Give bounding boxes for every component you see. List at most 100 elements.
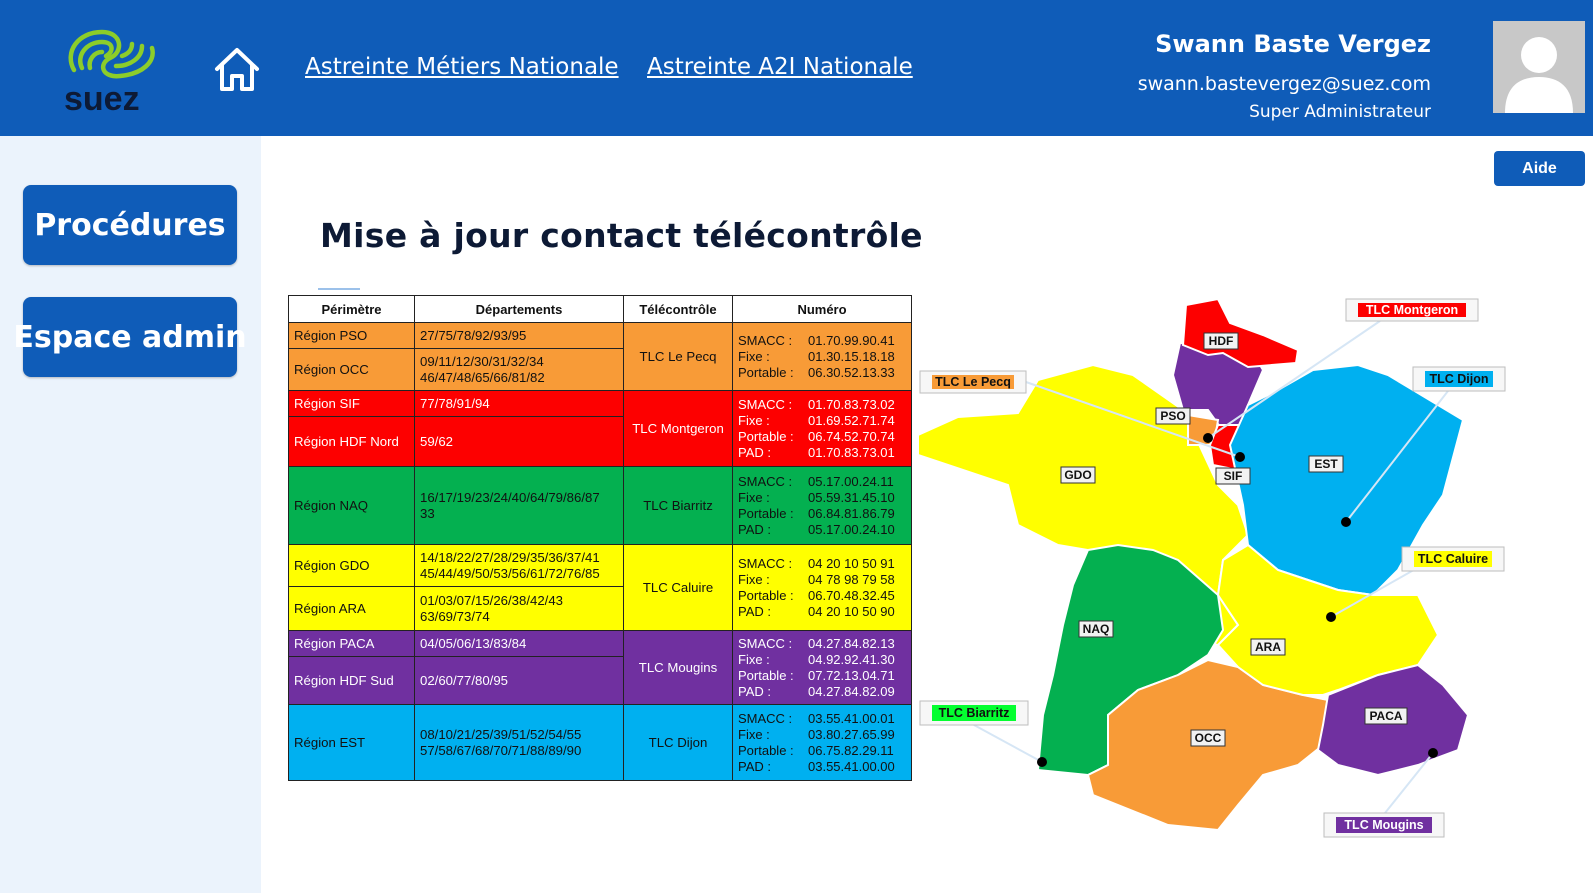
number-row: PAD : 01.70.83.73.01 [738,445,906,461]
number-row: SMACC : 01.70.99.90.41 [738,333,906,349]
map-region-label: EST [1314,457,1338,471]
number-value[interactable]: 06.75.82.29.11 [808,743,906,759]
number-row: PAD : 04.27.84.82.09 [738,684,906,700]
header-departements: Départements [414,295,624,323]
number-value[interactable]: 06.70.48.32.45 [808,588,906,604]
departements-line: 04/05/06/13/83/84 [420,635,527,651]
table-row: Région EST 08/10/21/25/39/51/52/54/55 57/5… [288,704,912,781]
map-region-label: PSO [1160,409,1185,423]
nav-link-astreinte-metiers[interactable]: Astreinte Métiers Nationale [305,54,619,80]
number-row: Fixe : 04.92.92.41.30 [738,652,906,668]
cell-telecontrole: TLC Mougins [623,630,733,705]
number-value[interactable]: 04.27.84.82.13 [808,636,906,652]
number-row: Portable : 06.84.81.86.79 [738,506,906,522]
cell-telecontrole: TLC Biarritz [623,466,733,545]
departements-line: 09/11/12/30/31/32/34 [420,353,544,369]
number-label: PAD : [738,521,771,537]
map-region-label: HDF [1209,334,1234,348]
top-header: suez Astreinte Métiers Nationale Astrein… [0,0,1593,136]
espace-admin-button[interactable]: Espace admin [13,297,247,377]
number-value[interactable]: 06.84.81.86.79 [808,506,906,522]
number-value[interactable]: 04 20 10 50 90 [808,604,906,620]
table-row: Région NAQ 16/17/19/23/24/40/64/79/86/87 3… [288,466,912,545]
number-value[interactable]: 05.17.00.24.10 [808,522,906,538]
number-value[interactable]: 04.92.92.41.30 [808,652,906,668]
header-telecontrole: Télécontrôle [623,295,733,323]
number-value[interactable]: 04.27.84.82.09 [808,684,906,700]
number-value[interactable]: 01.70.83.73.02 [808,397,906,413]
tlc-callout-label: TLC Mougins [1344,818,1423,832]
number-value[interactable]: 07.72.13.04.71 [808,668,906,684]
tlc-pin [1037,757,1047,767]
cell-departements: 09/11/12/30/31/32/34 46/47/48/65/66/81/82 [414,348,624,391]
cell-region: Région ARA [288,586,415,631]
tlc-callout-label: TLC Le Pecq [935,375,1011,389]
number-row: Portable : 06.30.52.13.33 [738,365,906,381]
procedures-button[interactable]: Procédures [23,185,237,265]
number-label: SMACC : [738,635,793,651]
number-row: Fixe : 03.80.27.65.99 [738,727,906,743]
number-value[interactable]: 03.80.27.65.99 [808,727,906,743]
number-row: SMACC : 01.70.83.73.02 [738,397,906,413]
cell-telecontrole: TLC Montgeron [623,390,733,467]
number-label: Portable : [738,505,794,521]
cell-numeros: SMACC : 04.27.84.82.13 Fixe : 04.92.92.41.3… [732,630,912,705]
number-value[interactable]: 05.59.31.45.10 [808,490,906,506]
number-label: PAD : [738,444,771,460]
cell-region: Région PACA [288,630,415,657]
number-value[interactable]: 06.74.52.70.74 [808,429,906,445]
cell-departements: 14/18/22/27/28/29/35/36/37/41 45/44/49/50… [414,544,624,587]
number-value[interactable]: 06.30.52.13.33 [808,365,906,381]
number-value[interactable]: 01.30.15.18.18 [808,349,906,365]
tlc-pin [1341,517,1351,527]
number-value[interactable]: 01.70.99.90.41 [808,333,906,349]
home-icon[interactable] [212,44,262,94]
number-value[interactable]: 03.55.41.00.00 [808,759,906,775]
number-label: SMACC : [738,473,793,489]
avatar[interactable] [1493,21,1585,113]
departements-line: 63/69/73/74 [420,608,490,624]
suez-logo[interactable]: suez [60,22,170,118]
cell-telecontrole: TLC Caluire [623,544,733,631]
number-label: Fixe : [738,571,770,587]
tlc-callout-label: TLC Dijon [1429,372,1488,386]
number-label: SMACC : [738,710,793,726]
number-label: Portable : [738,428,794,444]
departements-line: 77/78/91/94 [420,395,490,411]
cell-region: Région OCC [288,348,415,391]
table-row: Région GDO 14/18/22/27/28/29/35/36/37/41 4… [288,544,912,631]
tlc-pin [1326,612,1336,622]
number-label: SMACC : [738,332,793,348]
number-label: SMACC : [738,396,793,412]
tlc-callout-label: TLC Caluire [1418,552,1488,566]
user-email: swann.bastevergez@suez.com [1137,73,1431,95]
number-label: PAD : [738,758,771,774]
number-value[interactable]: 05.17.00.24.11 [808,474,906,490]
number-value[interactable]: 04 78 98 79 58 [808,572,906,588]
number-row: Fixe : 05.59.31.45.10 [738,490,906,506]
title-underline [318,288,360,290]
number-label: Fixe : [738,489,770,505]
departements-line: 33 [420,505,435,521]
aide-button[interactable]: Aide [1494,151,1585,186]
cell-region: Région EST [288,704,415,781]
cell-numeros: SMACC : 05.17.00.24.11 Fixe : 05.59.31.45.1… [732,466,912,545]
departements-line: 02/60/77/80/95 [420,672,508,688]
table-header-row: Périmètre Départements Télécontrôle Numé… [288,295,912,323]
tlc-pin [1203,433,1213,443]
number-row: SMACC : 05.17.00.24.11 [738,474,906,490]
number-value[interactable]: 04 20 10 50 91 [808,556,906,572]
number-value[interactable]: 01.69.52.71.74 [808,413,906,429]
cell-region: Région HDF Sud [288,656,415,705]
number-label: Fixe : [738,726,770,742]
nav-link-astreinte-a2i[interactable]: Astreinte A2I Nationale [647,54,913,80]
number-row: SMACC : 03.55.41.00.01 [738,711,906,727]
cell-departements: 16/17/19/23/24/40/64/79/86/87 33 [414,466,624,545]
cell-numeros: SMACC : 01.70.83.73.02 Fixe : 01.69.52.71.7… [732,390,912,467]
number-value[interactable]: 01.70.83.73.01 [808,445,906,461]
departements-line: 16/17/19/23/24/40/64/79/86/87 [420,489,600,505]
france-map: HDF PSO SIF GDO EST NAQ ARA OCC PACA TLC Montgero… [917,295,1538,850]
cell-telecontrole: TLC Dijon [623,704,733,781]
number-value[interactable]: 03.55.41.00.01 [808,711,906,727]
telecontrol-table: Périmètre Départements Télécontrôle Numé… [288,295,912,781]
